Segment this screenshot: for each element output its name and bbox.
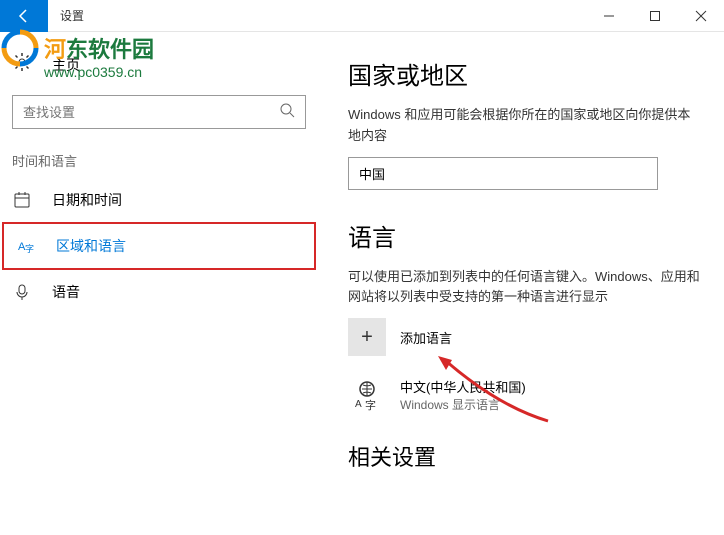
home-nav[interactable]: 主页 (0, 42, 318, 87)
language-name: 中文(中华人民共和国) (400, 377, 526, 396)
back-button[interactable] (0, 0, 48, 32)
maximize-button[interactable] (632, 0, 678, 32)
nav-item-region-language[interactable]: A字 区域和语言 (4, 224, 314, 268)
sidebar: 主页 时间和语言 日期和时间 A字 区域和语言 (0, 32, 318, 535)
search-box[interactable] (12, 95, 306, 129)
annotation-highlight: A字 区域和语言 (2, 222, 316, 270)
titlebar: 设置 (0, 0, 724, 32)
plus-icon: + (348, 318, 386, 356)
add-language-button[interactable]: + 添加语言 (348, 318, 700, 356)
minimize-button[interactable] (586, 0, 632, 32)
language-subtitle: Windows 显示语言 (400, 396, 526, 413)
category-label: 时间和语言 (0, 137, 318, 178)
add-language-label: 添加语言 (400, 328, 452, 347)
microphone-icon (12, 282, 32, 302)
nav-item-datetime[interactable]: 日期和时间 (0, 178, 318, 222)
nav-label: 区域和语言 (56, 236, 126, 256)
region-desc: Windows 和应用可能会根据你所在的国家或地区向你提供本地内容 (348, 105, 700, 147)
search-input[interactable] (23, 105, 279, 120)
gear-icon (12, 52, 32, 77)
nav-label: 日期和时间 (52, 190, 122, 210)
language-desc: 可以使用已添加到列表中的任何语言键入。Windows、应用和网站将以列表中受支持… (348, 267, 700, 309)
nav-item-speech[interactable]: 语音 (0, 270, 318, 314)
language-item-icon: A 字 (348, 376, 386, 414)
language-item[interactable]: A 字 中文(中华人民共和国) Windows 显示语言 (348, 376, 700, 414)
svg-text:A: A (355, 399, 362, 410)
related-title: 相关设置 (348, 440, 700, 472)
search-icon (279, 102, 295, 123)
main-panel: 国家或地区 Windows 和应用可能会根据你所在的国家或地区向你提供本地内容 … (318, 32, 724, 535)
language-icon: A字 (16, 236, 36, 256)
svg-text:字: 字 (25, 243, 34, 254)
calendar-icon (12, 190, 32, 210)
window-title: 设置 (60, 7, 84, 24)
country-dropdown[interactable]: 中国 (348, 157, 658, 190)
home-label: 主页 (52, 55, 80, 75)
language-title: 语言 (348, 218, 700, 253)
region-title: 国家或地区 (348, 56, 700, 91)
country-selected: 中国 (359, 164, 385, 183)
svg-text:字: 字 (365, 398, 376, 411)
nav-label: 语音 (52, 282, 80, 302)
close-button[interactable] (678, 0, 724, 32)
